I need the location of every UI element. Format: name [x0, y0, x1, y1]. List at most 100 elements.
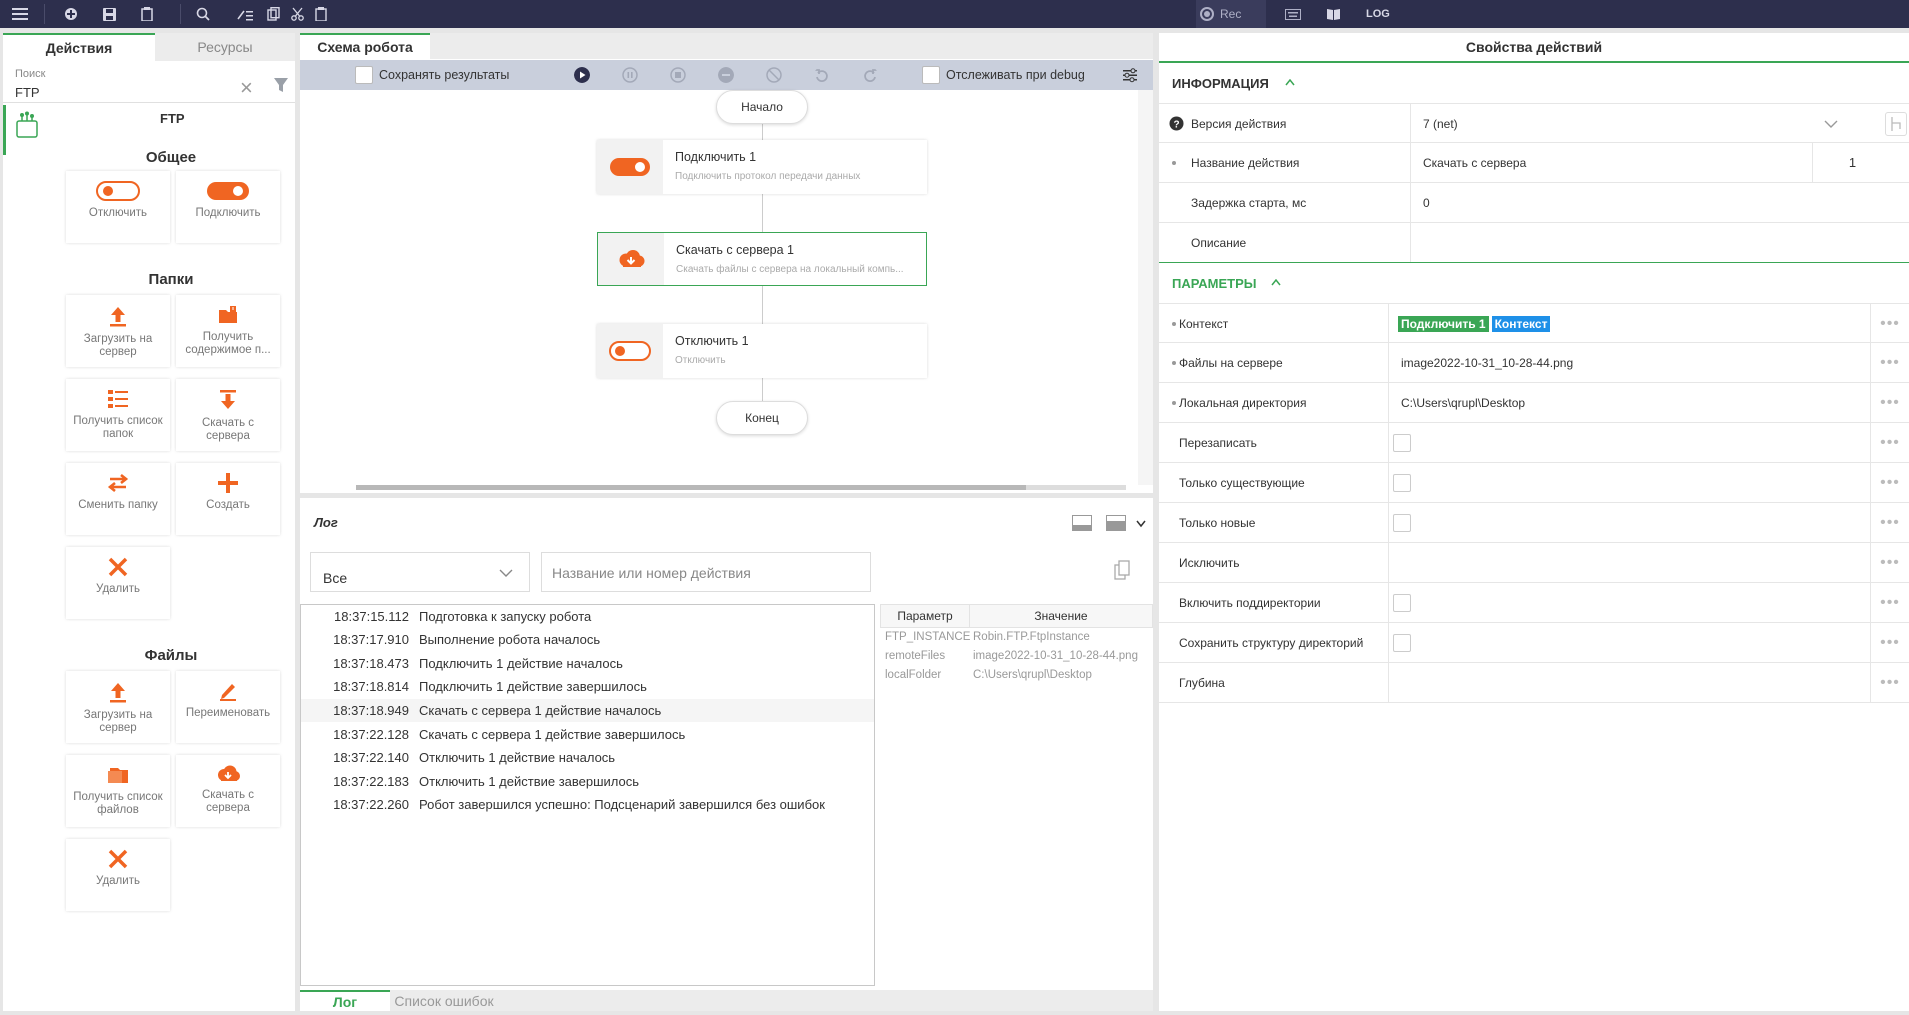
step-download[interactable]: Скачать с сервера 1 Скачать файлы с серв… — [597, 232, 927, 286]
layout-bottom-icon[interactable] — [1072, 515, 1092, 531]
more-options-icon[interactable]: ••• — [1870, 343, 1909, 382]
more-options-icon[interactable]: ••• — [1870, 503, 1909, 542]
only-existing-checkbox[interactable] — [1393, 473, 1411, 492]
tile-download-folder[interactable]: Скачать с сервера — [176, 379, 280, 451]
tab-log[interactable]: Лог — [300, 990, 390, 1011]
more-options-icon[interactable]: ••• — [1870, 543, 1909, 582]
only-new-checkbox[interactable] — [1393, 513, 1411, 532]
tile-disconnect[interactable]: Отключить — [66, 171, 170, 243]
save-results-checkbox[interactable] — [355, 66, 373, 84]
forbid-icon[interactable] — [766, 67, 782, 83]
log-row[interactable]: 18:37:15.112 Подготовка к запуску робота — [301, 605, 874, 628]
tile-delete-folder[interactable]: Удалить — [66, 547, 170, 619]
more-options-icon[interactable]: ••• — [1870, 663, 1909, 702]
context-value[interactable]: Подключить 1 Контекст — [1388, 304, 1870, 343]
more-options-icon[interactable]: ••• — [1870, 623, 1909, 662]
action-number-input[interactable]: 1 — [1812, 143, 1892, 182]
tile-connect[interactable]: Подключить — [176, 171, 280, 243]
context-tag-connect[interactable]: Подключить 1 — [1398, 315, 1489, 332]
more-options-icon[interactable]: ••• — [1870, 383, 1909, 422]
more-options-icon[interactable]: ••• — [1870, 463, 1909, 502]
stop-icon[interactable] — [670, 67, 686, 83]
play-icon[interactable] — [574, 67, 590, 83]
log-row[interactable]: 18:37:22.260 Робот завершился успешно: По… — [301, 793, 874, 816]
tile-download-file[interactable]: Скачать с сервера — [176, 755, 280, 827]
log-row[interactable]: 18:37:22.183 Отключить 1 действие заверши… — [301, 770, 874, 793]
context-tag-context[interactable]: Контекст — [1491, 315, 1551, 332]
tile-change-folder[interactable]: Сменить папку — [66, 463, 170, 535]
log-list[interactable]: 18:37:15.112 Подготовка к запуску робота … — [300, 604, 875, 986]
tile-rename[interactable]: Переименовать — [176, 671, 280, 743]
branch-icon[interactable] — [1885, 112, 1907, 136]
copy-icon[interactable] — [262, 0, 284, 28]
log-row[interactable]: 18:37:22.128 Скачать с сервера 1 действие… — [301, 723, 874, 746]
step-disconnect[interactable]: Отключить 1 Отключить — [597, 324, 927, 378]
add-icon[interactable] — [60, 0, 82, 28]
chevron-up-icon[interactable] — [1285, 79, 1295, 86]
params-section-title[interactable]: ПАРАМЕТРЫ — [1172, 276, 1257, 291]
tab-errors[interactable]: Список ошибок — [390, 990, 498, 1011]
end-node[interactable]: Конец — [716, 401, 808, 435]
search-icon[interactable] — [192, 0, 214, 28]
settings-sliders-icon[interactable] — [1122, 67, 1138, 83]
local-folder-input[interactable]: C:\Users\qrupl\Desktop — [1388, 383, 1870, 422]
save-icon[interactable] — [98, 0, 120, 28]
cut-icon[interactable] — [286, 0, 308, 28]
book-icon[interactable] — [1322, 0, 1344, 28]
search-input[interactable]: FTP — [15, 85, 40, 100]
tab-resources[interactable]: Ресурсы — [155, 33, 295, 61]
description-input[interactable] — [1410, 223, 1892, 262]
clipboard-icon[interactable] — [136, 0, 158, 28]
undo-icon[interactable] — [814, 67, 830, 83]
depth-input[interactable] — [1388, 663, 1870, 702]
keyboard-icon[interactable] — [1282, 0, 1304, 28]
tile-upload-folder[interactable]: Загрузить на сервер — [66, 295, 170, 367]
log-row-selected[interactable]: 18:37:18.949 Скачать с сервера 1 действие… — [301, 699, 874, 722]
log-button[interactable]: LOG — [1366, 0, 1390, 28]
log-filter-select[interactable]: Все — [310, 552, 530, 592]
tile-get-contents[interactable]: Получить содержимое п... — [176, 295, 280, 367]
more-options-icon[interactable]: ••• — [1870, 583, 1909, 622]
chevron-down-icon[interactable] — [1136, 520, 1146, 528]
start-node[interactable]: Начало — [716, 90, 808, 124]
scheme-canvas[interactable]: Начало Подключить 1 Подключить протокол … — [300, 90, 1138, 485]
help-icon[interactable]: ? — [1169, 116, 1184, 131]
copy-log-icon[interactable] — [1114, 560, 1130, 580]
log-row[interactable]: 18:37:18.473 Подключить 1 действие начало… — [301, 652, 874, 675]
clear-search-icon[interactable]: × — [240, 75, 253, 101]
canvas-horizontal-scrollbar[interactable] — [356, 485, 1126, 490]
tile-upload-file[interactable]: Загрузить на сервер — [66, 671, 170, 743]
overwrite-checkbox[interactable] — [1393, 433, 1411, 452]
action-name-input[interactable]: Скачать с сервера — [1410, 143, 1812, 182]
more-options-icon[interactable]: ••• — [1870, 423, 1909, 462]
exclude-input[interactable] — [1388, 543, 1870, 582]
pause-icon[interactable] — [622, 67, 638, 83]
log-search-input[interactable]: Название или номер действия — [541, 552, 871, 592]
step-connect[interactable]: Подключить 1 Подключить протокол передач… — [597, 140, 927, 194]
info-section-title[interactable]: ИНФОРМАЦИЯ — [1172, 76, 1269, 91]
tab-robot-scheme[interactable]: Схема робота — [300, 33, 430, 59]
canvas-vertical-scrollbar[interactable] — [1138, 90, 1153, 485]
tile-create[interactable]: Создать — [176, 463, 280, 535]
include-subdirs-checkbox[interactable] — [1393, 593, 1411, 612]
log-row[interactable]: 18:37:17.910 Выполнение робота началось — [301, 628, 874, 651]
paste-icon[interactable] — [310, 0, 332, 28]
menu-icon[interactable] — [8, 0, 32, 28]
keep-structure-checkbox[interactable] — [1393, 633, 1411, 652]
log-row[interactable]: 18:37:22.140 Отключить 1 действие началос… — [301, 746, 874, 769]
record-button[interactable]: Rec — [1196, 0, 1266, 28]
log-row[interactable]: 18:37:18.814 Подключить 1 действие заверш… — [301, 675, 874, 698]
category-ftp[interactable] — [3, 105, 49, 155]
tab-actions[interactable]: Действия — [3, 33, 155, 61]
edit-list-icon[interactable] — [234, 0, 256, 28]
scrollbar-thumb[interactable] — [356, 485, 1026, 490]
redo-icon[interactable] — [862, 67, 878, 83]
minus-icon[interactable] — [718, 67, 734, 83]
layout-split-icon[interactable] — [1106, 515, 1126, 531]
track-debug-checkbox[interactable] — [922, 66, 940, 84]
more-options-icon[interactable]: ••• — [1870, 304, 1909, 343]
tile-delete-file[interactable]: Удалить — [66, 839, 170, 911]
filter-icon[interactable] — [273, 77, 289, 93]
tile-list-folders[interactable]: Получить список папок — [66, 379, 170, 451]
chevron-up-icon[interactable] — [1271, 279, 1281, 286]
